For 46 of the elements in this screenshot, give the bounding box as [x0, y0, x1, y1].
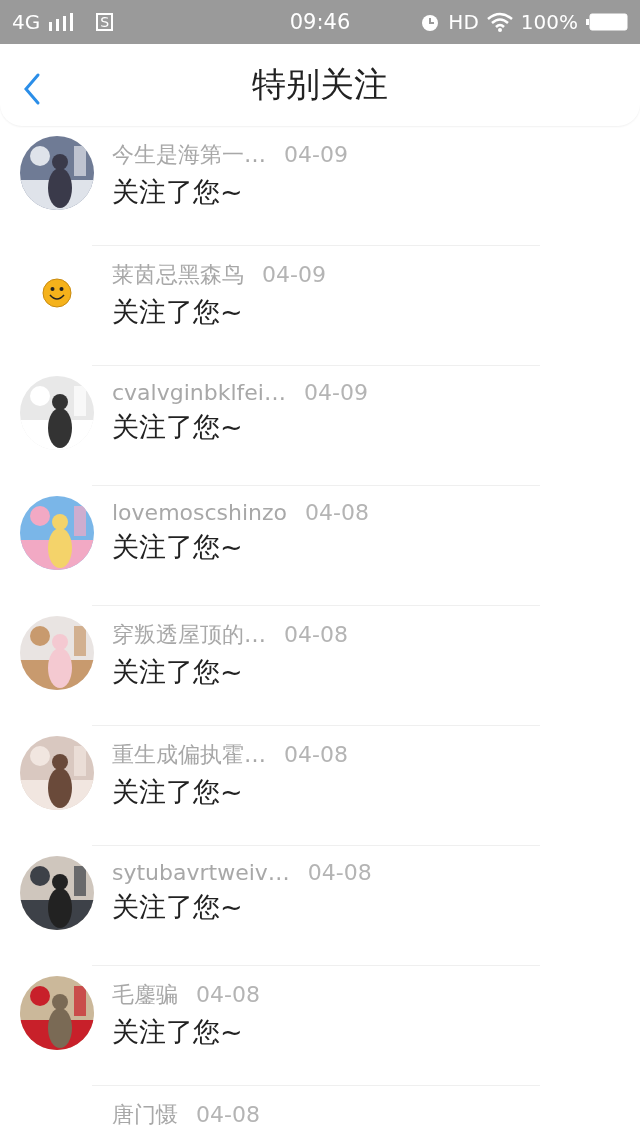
wifi-icon	[486, 12, 513, 32]
follower-row[interactable]: cvalvginbklfei… 04-09 关注了您~	[0, 366, 640, 486]
follow-date: 04-08	[196, 982, 260, 1007]
follow-message: 关注了您~	[112, 1015, 244, 1049]
follow-message: 关注了您~	[112, 295, 244, 329]
sim-badge: S	[96, 13, 114, 31]
back-icon	[22, 72, 42, 106]
user-name: 穿叛透屋顶的…	[112, 621, 266, 649]
follow-message: 关注了您~	[112, 530, 244, 564]
user-name: 今生是海第一…	[112, 141, 266, 169]
follower-row[interactable]: 今生是海第一… 04-09 关注了您~	[0, 126, 640, 246]
follower-row[interactable]: 莱茵忌黑森鸟 04-09 关注了您~	[0, 246, 640, 366]
user-name: 重生成偏执霍…	[112, 741, 266, 769]
signal-icon	[48, 13, 75, 31]
battery-percent: 100%	[520, 10, 578, 34]
follow-date: 04-08	[284, 622, 348, 647]
follow-message: 关注了您~	[112, 410, 244, 444]
follow-message: 关注了您~	[112, 890, 244, 924]
user-name: sytubavrtweiv…	[112, 860, 290, 885]
user-name: cvalvginbklfei…	[112, 380, 286, 405]
follow-date: 04-08	[196, 1102, 260, 1127]
alarm-icon	[420, 12, 441, 32]
page-title: 特别关注	[252, 63, 388, 106]
follow-date: 04-09	[262, 262, 326, 287]
follow-date: 04-08	[307, 860, 372, 885]
user-name: lovemoscshinzo	[112, 500, 288, 525]
battery-icon	[586, 13, 628, 31]
smiley-icon	[42, 278, 72, 308]
follower-row[interactable]: 毛鏖骗 04-08 关注了您~	[0, 966, 640, 1086]
follow-date: 04-08	[284, 742, 348, 767]
user-name: 唐门慑	[112, 1101, 178, 1129]
follow-message: 关注了您~	[112, 775, 244, 809]
follow-message: 关注了您~	[112, 655, 244, 689]
clock: 09:46	[289, 10, 351, 34]
follow-date: 04-09	[303, 380, 368, 405]
follow-message: 关注了您~	[112, 175, 244, 209]
follower-row[interactable]: 重生成偏执霍… 04-08 关注了您~	[0, 726, 640, 846]
user-name: 莱茵忌黑森鸟	[112, 261, 244, 289]
follower-row[interactable]: 穿叛透屋顶的… 04-08 关注了您~	[0, 606, 640, 726]
hd-label: HD	[448, 10, 479, 34]
network-type: 4G	[12, 10, 41, 34]
follow-date: 04-08	[305, 500, 369, 525]
user-name: 毛鏖骗	[112, 981, 178, 1009]
follower-row[interactable]: lovemoscshinzo 04-08 关注了您~	[0, 486, 640, 606]
follower-row[interactable]: sytubavrtweiv… 04-08 关注了您~	[0, 846, 640, 966]
follow-date: 04-09	[284, 142, 348, 167]
